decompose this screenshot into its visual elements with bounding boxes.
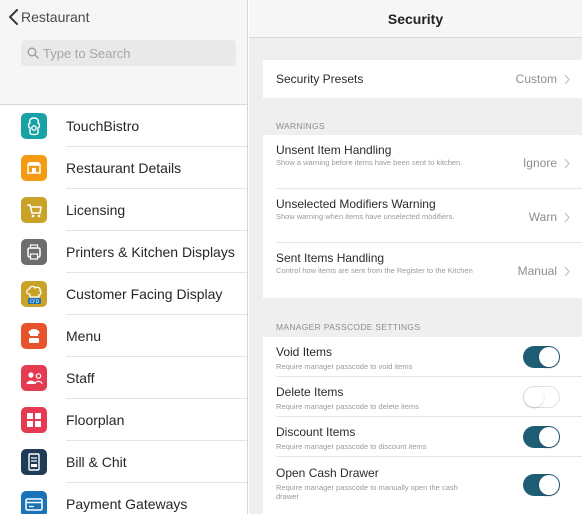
security-presets-value: Custom	[515, 72, 557, 86]
sidebar-item-restaurant-details[interactable]: Restaurant Details	[0, 147, 247, 189]
unselected-modifiers-warning-row[interactable]: Unselected Modifiers Warning Show warnin…	[263, 189, 582, 243]
sidebar-item-menu[interactable]: Menu	[0, 315, 247, 357]
security-presets-label: Security Presets	[276, 72, 364, 86]
toggle-knob	[524, 387, 544, 407]
sidebar-item-label: Customer Facing Display	[66, 286, 223, 302]
svg-text:CFD: CFD	[30, 299, 40, 305]
sidebar-item-payment-gateways[interactable]: Payment Gateways	[0, 483, 247, 514]
row-title: Void Items	[276, 345, 333, 359]
manager-passcode-group: Void Items Require manager passcode to v…	[263, 337, 582, 514]
sidebar-item-touchbistro[interactable]: TouchBistro	[0, 105, 247, 147]
delete-items-row: Delete Items Require manager passcode to…	[263, 377, 582, 417]
row-description: Show warning when items have unselected …	[276, 212, 455, 221]
row-title: Discount Items	[276, 425, 356, 439]
sidebar-item-label: Restaurant Details	[66, 160, 182, 176]
sidebar-item-label: Licensing	[66, 202, 126, 218]
chef-icon	[21, 323, 47, 349]
sidebar-item-bill-chit[interactable]: Bill & Chit	[0, 441, 247, 483]
payment-terminal-icon	[21, 491, 47, 514]
discount-items-row: Discount Items Require manager passcode …	[263, 417, 582, 457]
void-items-row: Void Items Require manager passcode to v…	[263, 337, 582, 377]
row-value: Ignore	[522, 156, 557, 170]
chevron-right-icon	[564, 266, 570, 277]
search-icon	[27, 47, 39, 59]
row-title: Unselected Modifiers Warning	[276, 197, 436, 211]
storefront-icon	[21, 155, 47, 181]
search-bar[interactable]	[21, 40, 236, 66]
row-title: Sent Items Handling	[276, 251, 385, 265]
shopping-cart-icon	[21, 197, 47, 223]
page-title: Security	[387, 11, 444, 27]
staff-people-icon	[21, 365, 47, 391]
sidebar-item-label: Menu	[66, 328, 102, 344]
receipt-icon	[21, 449, 47, 475]
row-value: Manual	[517, 264, 557, 278]
sidebar-header: Restaurant	[0, 0, 247, 105]
delete-items-toggle[interactable]	[523, 386, 560, 408]
printer-icon	[21, 239, 47, 265]
row-description: Control how items are sent from the Regi…	[276, 266, 473, 275]
security-panel: Security Security Presets Custom WARNING…	[249, 0, 582, 514]
row-value: Warn	[528, 210, 557, 224]
sidebar-item-floorplan[interactable]: Floorplan	[0, 399, 247, 441]
toggle-knob	[539, 347, 559, 367]
row-title: Unsent Item Handling	[276, 143, 392, 157]
search-input[interactable]	[43, 45, 223, 61]
sidebar-item-staff[interactable]: Staff	[0, 357, 247, 399]
chevron-right-icon	[564, 158, 570, 169]
warnings-section-header: WARNINGS	[276, 121, 325, 131]
open-cash-drawer-row: Open Cash Drawer Require manager passcod…	[263, 457, 582, 514]
sidebar-item-label: Payment Gateways	[66, 496, 188, 512]
sidebar-item-label: TouchBistro	[66, 118, 140, 134]
row-description: Require manager passcode to discount ite…	[276, 442, 427, 451]
back-button-label: Restaurant	[21, 9, 90, 25]
sidebar-item-label: Staff	[66, 370, 95, 386]
sidebar-item-label: Bill & Chit	[66, 454, 127, 470]
sidebar-item-printers[interactable]: Printers & Kitchen Displays	[0, 231, 247, 273]
sidebar-item-licensing[interactable]: Licensing	[0, 189, 247, 231]
chevron-left-icon	[8, 9, 19, 25]
settings-sidebar: Restaurant TouchBistro Restaurant Detail…	[0, 0, 248, 514]
back-button[interactable]: Restaurant	[8, 9, 89, 25]
row-title: Delete Items	[276, 385, 344, 399]
row-description: Show a warning before items have been se…	[276, 158, 463, 167]
warnings-group: Unsent Item Handling Show a warning befo…	[263, 135, 582, 298]
sidebar-item-label: Floorplan	[66, 412, 125, 428]
security-presets-row[interactable]: Security Presets Custom	[263, 60, 582, 98]
row-title: Open Cash Drawer	[276, 466, 379, 480]
touchbistro-logo-icon	[21, 113, 47, 139]
unsent-item-handling-row[interactable]: Unsent Item Handling Show a warning befo…	[263, 135, 582, 189]
nav-bar: Security	[249, 0, 582, 38]
toggle-knob	[539, 475, 559, 495]
discount-items-toggle[interactable]	[523, 426, 560, 448]
sidebar-item-customer-facing-display[interactable]: CFD Customer Facing Display	[0, 273, 247, 315]
chef-hat-cfd-icon: CFD	[21, 281, 47, 307]
open-cash-drawer-toggle[interactable]	[523, 474, 560, 496]
presets-group: Security Presets Custom	[263, 60, 582, 98]
sidebar-item-label: Printers & Kitchen Displays	[66, 244, 235, 260]
row-description: Require manager passcode to manually ope…	[276, 483, 458, 501]
floorplan-icon	[21, 407, 47, 433]
chevron-right-icon	[564, 74, 570, 85]
manager-passcode-section-header: MANAGER PASSCODE SETTINGS	[276, 322, 421, 332]
sent-items-handling-row[interactable]: Sent Items Handling Control how items ar…	[263, 243, 582, 298]
chevron-right-icon	[564, 212, 570, 223]
row-description: Require manager passcode to void items	[276, 362, 413, 371]
toggle-knob	[539, 427, 559, 447]
void-items-toggle[interactable]	[523, 346, 560, 368]
row-description: Require manager passcode to delete items	[276, 402, 419, 411]
